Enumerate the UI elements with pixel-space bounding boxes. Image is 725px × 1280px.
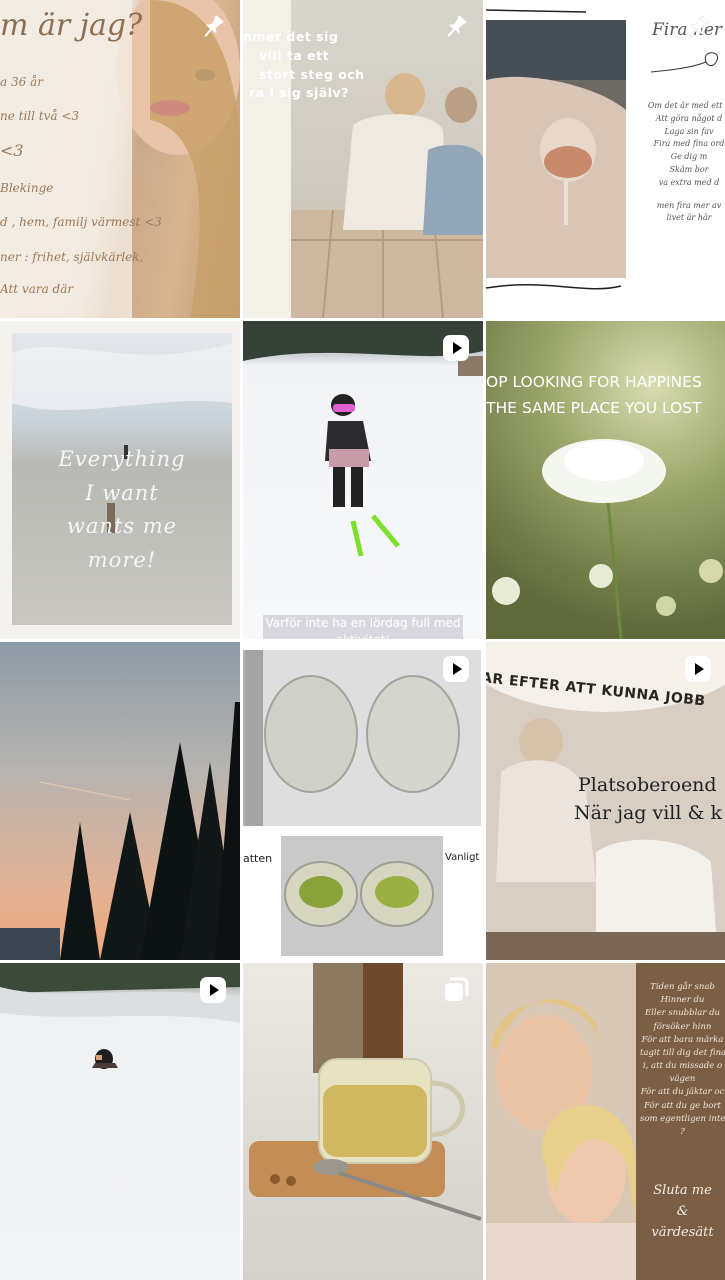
grid-tile-sledding[interactable] (0, 963, 240, 1280)
grid-tile-time-quote[interactable]: Tiden går snab Hinner du Eller snubblar … (486, 963, 725, 1280)
tea-photo (249, 963, 482, 1221)
about-lines: a 36 år ne till två <3 <3 Blekinge d , h… (0, 75, 162, 297)
grid-tile-beach-quote[interactable]: Everything I want wants me more! (0, 321, 240, 639)
grid-tile-couple-dock[interactable]: nmer det sig vill ta ett stort steg och … (243, 0, 483, 318)
sledding-photo (0, 963, 240, 1069)
about-title: m är jag? (0, 8, 143, 43)
pin-icon (683, 12, 713, 42)
quote-text: nmer det sig vill ta ett stort steg och … (243, 29, 365, 101)
play-icon (441, 654, 471, 684)
sunset-photo (0, 702, 240, 960)
grid-tile-ski-kid[interactable]: Varför inte ha en lördag full med aktivi… (243, 321, 483, 639)
time-quote-lines: Tiden går snab Hinner du Eller snubblar … (640, 982, 725, 1137)
grid-tile-sunset-trees[interactable] (0, 642, 240, 960)
play-icon (198, 975, 228, 1005)
pin-icon (198, 12, 228, 42)
right-label: Vanligt (445, 852, 480, 863)
play-icon (683, 654, 713, 684)
play-icon (441, 333, 471, 363)
wine-quote-lines: Om det är med ett g Att göra något d Lag… (647, 101, 725, 223)
grid-tile-wine-quote[interactable]: Fira ner Om det är med ett g Att göra nå… (486, 0, 725, 318)
ski-caption: Varför inte ha en lördag full med aktivi… (263, 615, 463, 639)
grid-tile-work-freedom[interactable]: AR EFTER ATT KUNNA JOBB Platsoberoend Nä… (486, 642, 725, 960)
ski-photo (243, 321, 483, 557)
profile-grid: m är jag? a 36 år ne till två <3 <3 Blek… (0, 0, 725, 1280)
grid-tile-flower-quote[interactable]: OP LOOKING FOR HAPPINES THE SAME PLACE Y… (486, 321, 725, 639)
grid-tile-water-bowls[interactable]: atten Vanligt (243, 642, 483, 960)
time-quote-footer: Sluta me & värdesätt (651, 1183, 714, 1240)
carousel-icon (441, 975, 471, 1005)
work-lines: Platsoberoend När jag vill & k (574, 774, 722, 824)
grid-tile-tea-cup[interactable] (243, 963, 483, 1280)
left-label: atten (243, 852, 273, 865)
pin-icon (441, 12, 471, 42)
heart-doodle (651, 52, 718, 73)
grid-tile-about-me[interactable]: m är jag? a 36 år ne till två <3 <3 Blek… (0, 0, 240, 318)
bowls-photo (243, 650, 481, 956)
beach-quote-text: Everything I want wants me more! (58, 447, 186, 572)
flower-quote-text: OP LOOKING FOR HAPPINES THE SAME PLACE Y… (486, 373, 702, 418)
